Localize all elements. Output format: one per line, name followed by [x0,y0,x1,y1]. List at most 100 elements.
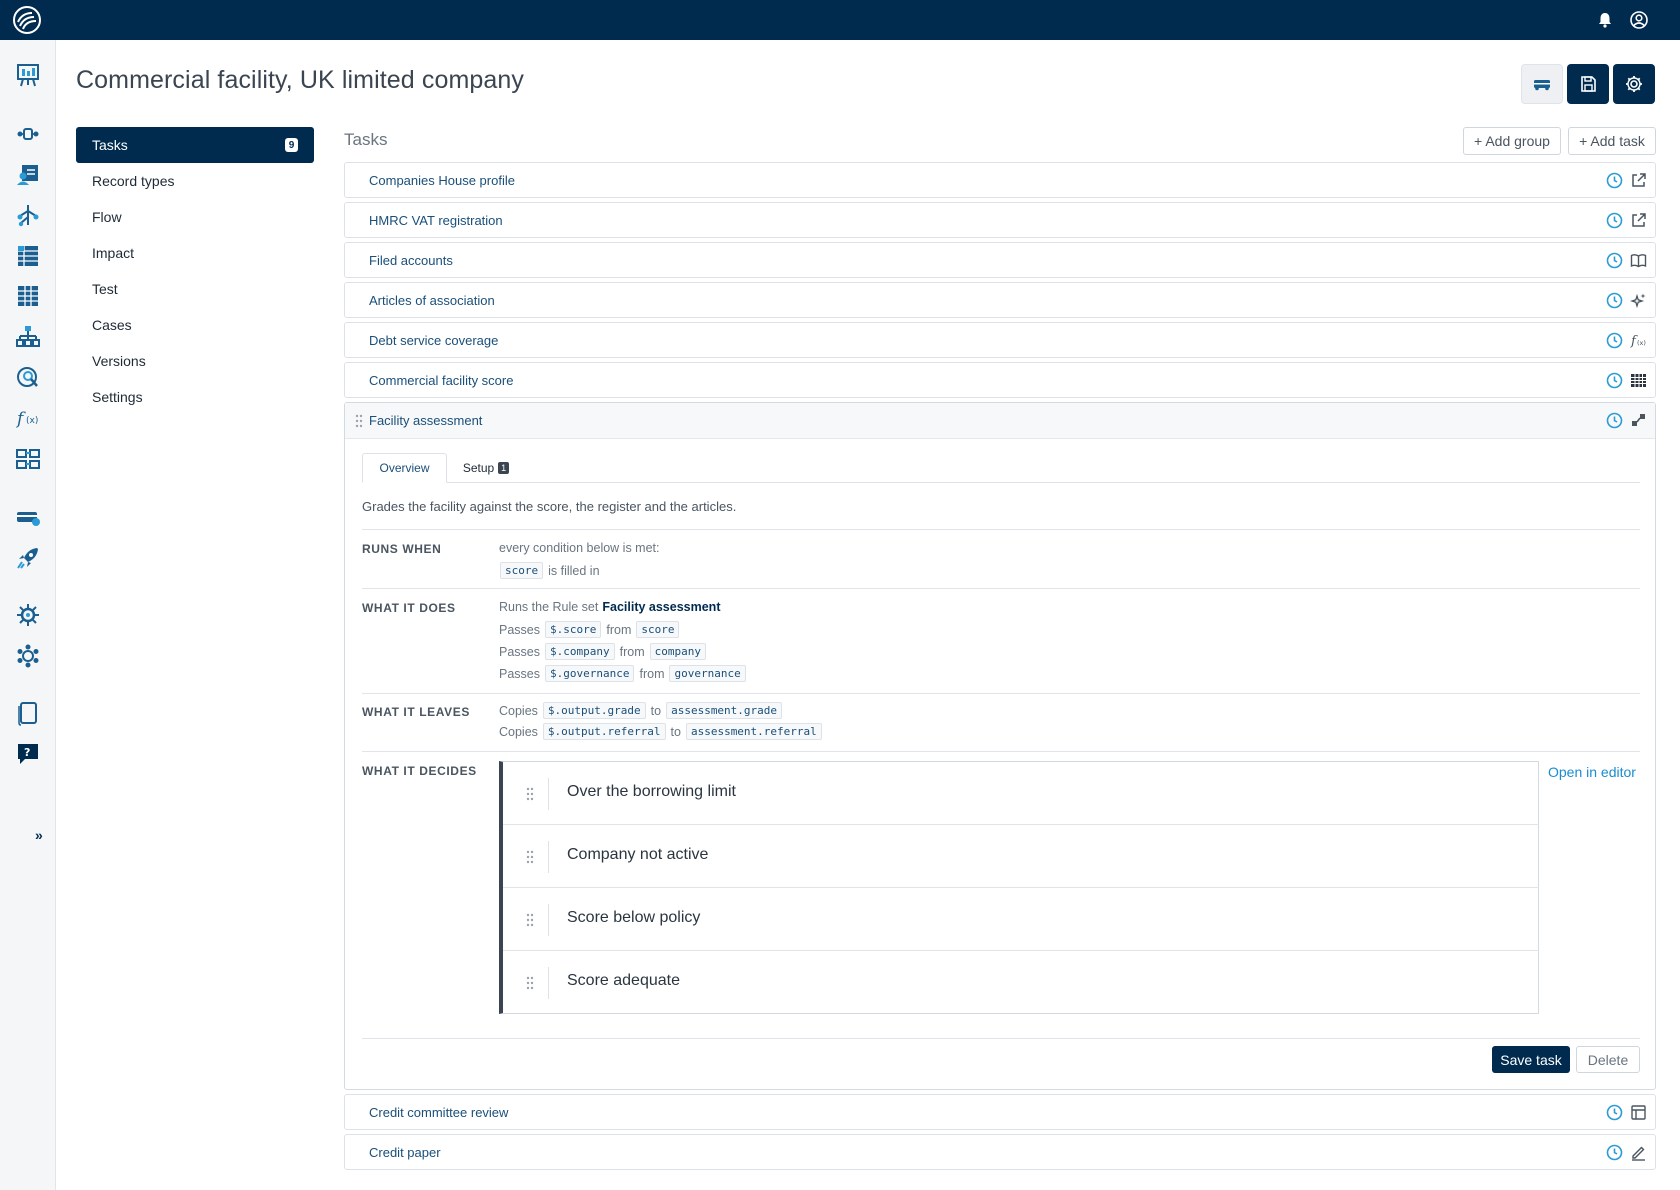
task-row[interactable]: Articles of association [344,282,1656,318]
save-button[interactable] [1567,64,1609,104]
clock-icon[interactable] [1606,212,1623,229]
runs-rule-set-line: Runs the Rule set Facility assessment [499,600,720,614]
tab-setup[interactable]: Setup 1 [454,453,518,483]
nav-item-tasks[interactable]: Tasks 9 [76,127,314,163]
decision-item[interactable]: Over the borrowing limit [503,762,1539,825]
decision-item[interactable]: Score adequate [503,951,1539,1014]
from-word: from [619,644,645,659]
drag-handle-icon[interactable] [525,912,535,928]
nav-item-impact[interactable]: Impact [76,235,314,271]
decision-tree-icon[interactable] [15,202,41,228]
rocket-icon[interactable] [15,545,41,571]
ai-search-icon[interactable] [15,365,41,391]
task-description: Grades the facility against the score, t… [362,499,737,514]
passes-word: Passes [499,622,540,637]
data-table-icon[interactable] [15,283,41,309]
expanded-task-panel: Facility assessment Overview Setup 1 Gra… [344,402,1656,1090]
notification-bell-icon[interactable] [1595,10,1615,30]
task-row[interactable]: Credit paper [344,1134,1656,1170]
task-row[interactable]: Companies House profile [344,162,1656,198]
param-chip: $.score [545,621,602,638]
what-it-decides-label: WHAT IT DECIDES [362,764,477,778]
floppy-disk-icon [1581,76,1596,92]
task-row[interactable]: HMRC VAT registration [344,202,1656,238]
param-chip: $.governance [545,665,635,682]
document-icon[interactable] [15,700,41,726]
help-icon[interactable]: ? [15,741,41,767]
decision-item[interactable]: Score below policy [503,888,1539,951]
expanded-task-header[interactable]: Facility assessment [345,403,1655,439]
drag-handle-icon[interactable] [525,849,535,865]
car-icon[interactable] [15,504,41,530]
connector-grid-icon[interactable] [15,446,41,472]
passes-line: Passes $.company from company [499,643,711,660]
drag-handle-icon[interactable] [354,413,364,429]
param-chip: $.company [545,643,615,660]
svg-text:(x): (x) [26,416,38,426]
virus-scan-icon[interactable] [15,602,41,628]
user-account-icon[interactable] [1629,10,1649,30]
save-task-button[interactable]: Save task [1492,1046,1570,1073]
setup-count-badge: 1 [498,462,510,474]
clock-icon[interactable] [1606,332,1623,349]
clock-icon[interactable] [1606,412,1623,429]
decision-list: Over the borrowing limit Company not act… [499,761,1539,1014]
rule-set-icon[interactable] [1630,412,1647,429]
drag-handle-icon[interactable] [525,975,535,991]
task-row[interactable]: Debt service coverage f (x) [344,322,1656,358]
table-grid-icon[interactable] [1630,372,1647,389]
clock-icon[interactable] [1606,1144,1623,1161]
book-icon[interactable] [1630,252,1647,269]
nav-item-settings[interactable]: Settings [76,379,314,415]
clock-icon[interactable] [1606,252,1623,269]
nav-item-versions[interactable]: Versions [76,343,314,379]
decision-label: Score below policy [567,909,701,926]
function-icon[interactable]: f (x) [15,405,41,431]
clock-icon[interactable] [1606,372,1623,389]
copies-line: Copies $.output.grade to assessment.grad… [499,702,787,719]
separator [548,778,549,810]
task-row[interactable]: Filed accounts [344,242,1656,278]
function-icon[interactable]: f (x) [1630,332,1647,349]
drag-handle-icon[interactable] [525,786,535,802]
settings-button[interactable] [1613,64,1655,104]
sparkle-icon[interactable] [1630,292,1647,309]
external-link-icon[interactable] [1630,212,1647,229]
nav-item-record-types[interactable]: Record types [76,163,314,199]
process-flow-icon[interactable] [15,121,41,147]
task-row[interactable]: Credit committee review [344,1094,1656,1130]
nav-item-test[interactable]: Test [76,271,314,307]
add-group-button[interactable]: + Add group [1463,127,1561,155]
passes-word: Passes [499,644,540,659]
divider [362,751,1640,752]
tab-overview[interactable]: Overview [362,453,447,483]
decision-item[interactable]: Company not active [503,825,1539,888]
what-it-does-label: WHAT IT DOES [362,601,456,615]
molecule-icon[interactable] [15,643,41,669]
add-task-button[interactable]: + Add task [1568,127,1656,155]
clock-icon[interactable] [1606,1104,1623,1121]
car-icon [1534,80,1550,91]
preview-button[interactable] [1521,64,1563,104]
expand-rail-button[interactable]: » [35,827,43,843]
gear-icon [1626,76,1642,92]
task-row[interactable]: Commercial facility score [344,362,1656,398]
delete-task-button[interactable]: Delete [1576,1046,1640,1073]
decision-label: Company not active [567,846,709,863]
nav-item-cases[interactable]: Cases [76,307,314,343]
data-list-icon[interactable] [15,243,41,269]
copies-word: Copies [499,703,538,718]
brand-logo-icon[interactable] [12,5,42,35]
nav-item-flow[interactable]: Flow [76,199,314,235]
dashboard-icon[interactable] [15,62,41,88]
external-link-icon[interactable] [1630,172,1647,189]
clock-icon[interactable] [1606,292,1623,309]
layout-icon[interactable] [1630,1104,1647,1121]
pencil-icon[interactable] [1630,1144,1647,1161]
contact-card-icon[interactable] [15,162,41,188]
hierarchy-icon[interactable] [15,324,41,350]
open-in-editor-link[interactable]: Open in editor [1548,764,1636,780]
rule-set-link[interactable]: Facility assessment [602,600,720,614]
clock-icon[interactable] [1606,172,1623,189]
task-label: Articles of association [369,292,495,308]
